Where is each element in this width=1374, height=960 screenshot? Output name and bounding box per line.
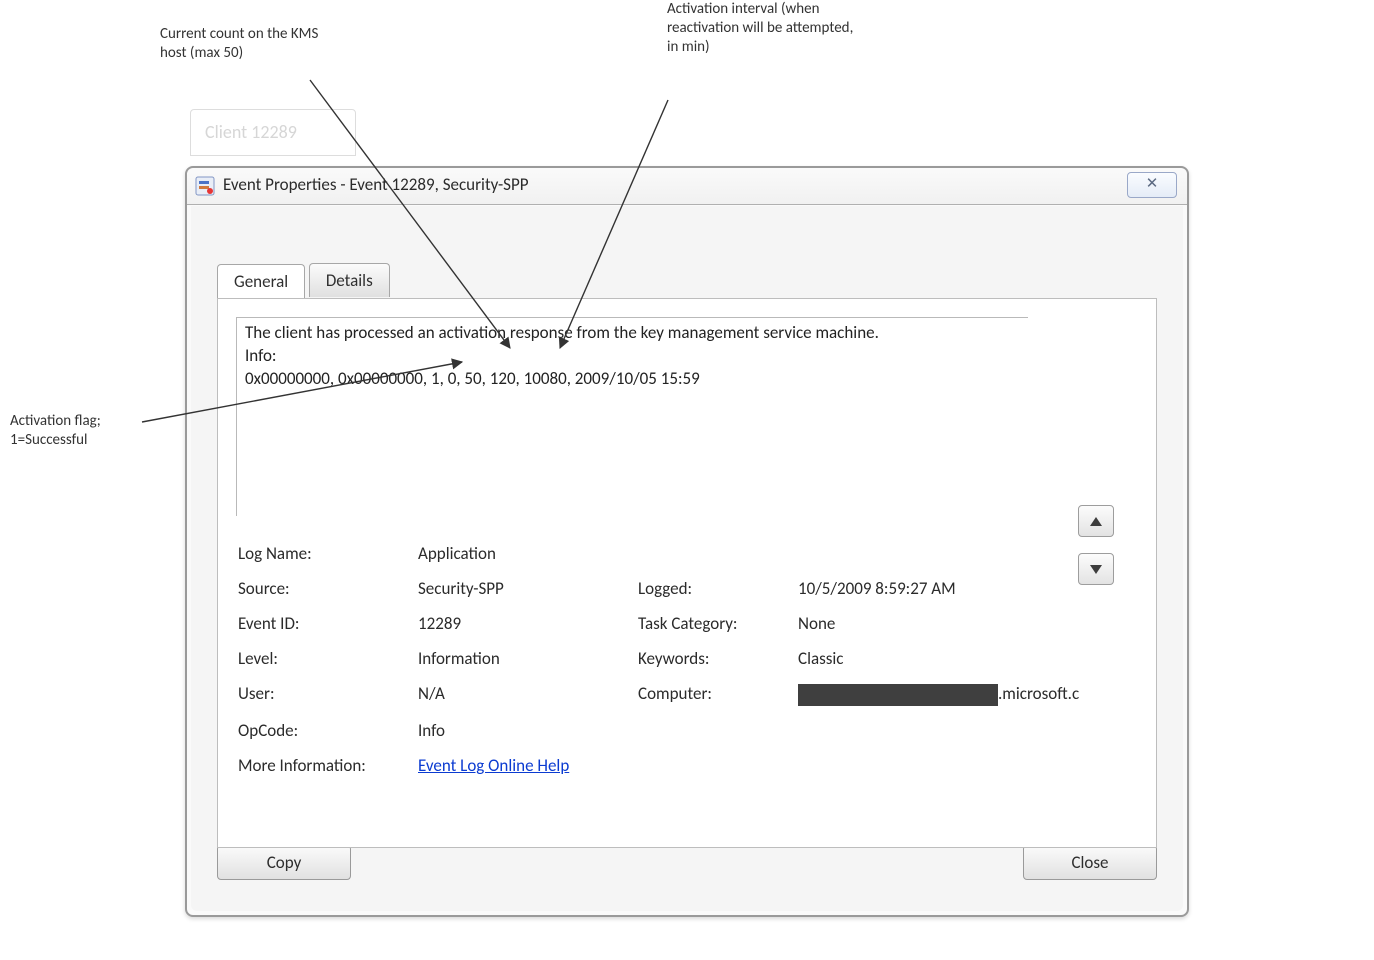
computer-suffix: .microsoft.c	[998, 683, 1079, 704]
tabs: General Details	[217, 262, 390, 296]
keywords-label: Keywords:	[638, 648, 798, 669]
background-tab-client: Client 12289	[190, 109, 356, 156]
dialog-title: Event Properties - Event 12289, Security…	[223, 174, 529, 195]
source-value: Security-SPP	[418, 578, 638, 599]
close-button[interactable]: Close	[1023, 845, 1157, 880]
log-name-label: Log Name:	[238, 543, 418, 564]
task-category-label: Task Category:	[638, 613, 798, 634]
event-message-line1: The client has processed an activation r…	[245, 322, 1020, 345]
tab-general[interactable]: General	[217, 264, 305, 298]
copy-button[interactable]: Copy	[217, 845, 351, 880]
tab-panel-general: The client has processed an activation r…	[217, 298, 1157, 848]
annotation-activation-flag: Activation flag; 1=Successful	[10, 412, 180, 450]
user-label: User:	[238, 683, 418, 706]
dialog-client-area: General Details The client has processed…	[191, 206, 1183, 911]
annotation-activation-interval: Activation interval (when reactivation w…	[667, 0, 857, 56]
redacted-computer-name	[798, 684, 998, 706]
event-message-line3: 0x00000000, 0x00000000, 1, 0, 50, 120, 1…	[245, 368, 1020, 391]
more-info-link[interactable]: Event Log Online Help	[418, 755, 569, 776]
logged-label: Logged:	[638, 578, 798, 599]
next-event-button[interactable]	[1078, 553, 1114, 585]
annotation-kms-count: Current count on the KMS host (max 50)	[160, 25, 330, 63]
logged-value: 10/5/2009 8:59:27 AM	[798, 578, 1078, 599]
event-properties-dialog: Event Properties - Event 12289, Security…	[185, 166, 1189, 917]
log-name-value: Application	[418, 543, 638, 564]
dialog-titlebar: Event Properties - Event 12289, Security…	[187, 168, 1187, 205]
level-label: Level:	[238, 648, 418, 669]
task-category-value: None	[798, 613, 1078, 634]
arrow-down-icon	[1090, 565, 1102, 574]
event-message-box: The client has processed an activation r…	[236, 317, 1028, 516]
arrow-up-icon	[1090, 517, 1102, 526]
event-id-label: Event ID:	[238, 613, 418, 634]
opcode-label: OpCode:	[238, 720, 418, 741]
event-fields-grid: Log Name: Application Source: Security-S…	[238, 543, 1028, 776]
window-close-button[interactable]: ✕	[1127, 172, 1177, 198]
eventviewer-icon	[195, 176, 215, 196]
dialog-button-row: Copy Close	[217, 845, 1157, 885]
previous-event-button[interactable]	[1078, 505, 1114, 537]
level-value: Information	[418, 648, 638, 669]
computer-label: Computer:	[638, 683, 798, 706]
computer-value: .microsoft.c	[798, 683, 1078, 706]
opcode-value: Info	[418, 720, 638, 741]
user-value: N/A	[418, 683, 638, 706]
tab-details[interactable]: Details	[309, 263, 390, 297]
event-id-value: 12289	[418, 613, 638, 634]
keywords-value: Classic	[798, 648, 1078, 669]
event-message-line2: Info:	[245, 345, 1020, 368]
source-label: Source:	[238, 578, 418, 599]
more-info-label: More Information:	[238, 755, 418, 776]
